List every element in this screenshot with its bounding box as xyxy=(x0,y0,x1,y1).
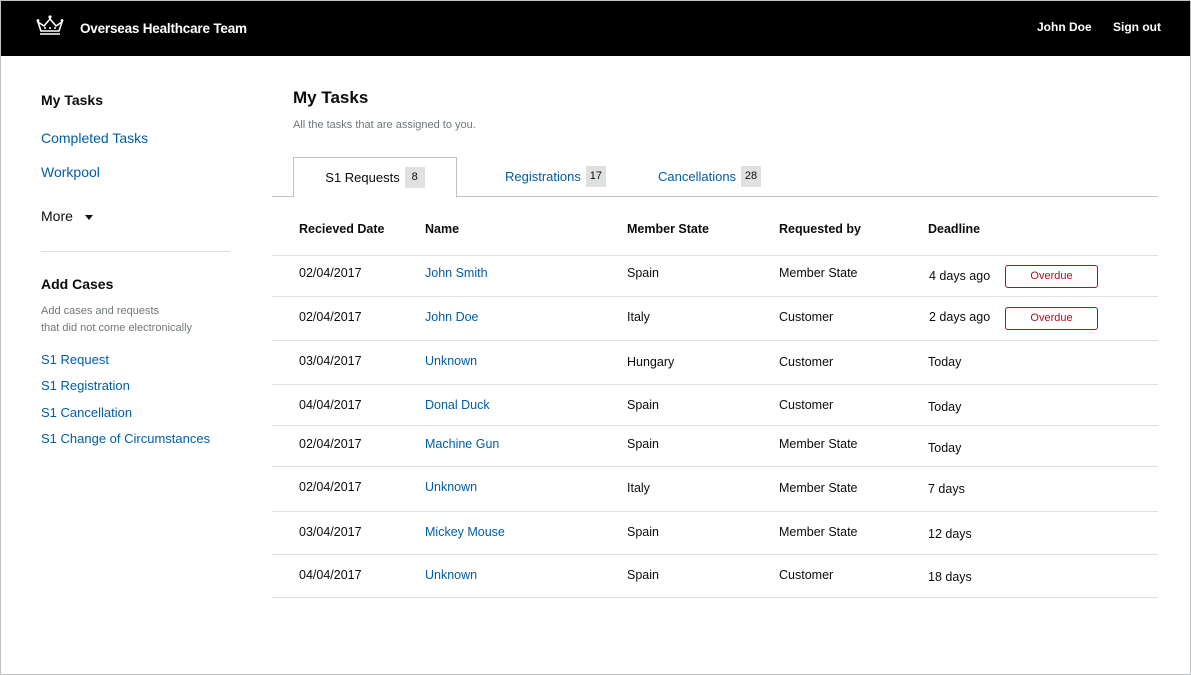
tab-registrations[interactable]: Registrations 17 xyxy=(505,164,606,188)
cell-deadline: 4 days ago xyxy=(929,269,991,283)
cell-requested-by: Member State xyxy=(779,481,858,495)
cell-requested-by: Member State xyxy=(779,525,858,539)
cell-member-state: Italy xyxy=(627,310,650,324)
cell-name-link[interactable]: Unknown xyxy=(425,568,477,582)
sidebar-link-workpool[interactable]: Workpool xyxy=(41,164,100,180)
sidebar-heading-my-tasks: My Tasks xyxy=(41,92,103,108)
cell-name-link[interactable]: Unknown xyxy=(425,354,477,368)
cell-deadline: Today xyxy=(928,400,962,414)
cell-date: 03/04/2017 xyxy=(299,354,362,368)
cell-member-state: Spain xyxy=(627,437,659,451)
row-divider xyxy=(272,425,1158,426)
cell-name-link[interactable]: Machine Gun xyxy=(425,437,499,451)
tab-s1-requests[interactable]: S1 Requests 8 xyxy=(293,157,457,198)
cell-member-state: Spain xyxy=(627,398,659,412)
cell-member-state: Italy xyxy=(627,481,650,495)
tab-count-badge: 17 xyxy=(585,165,606,187)
cell-requested-by: Customer xyxy=(779,568,834,582)
cell-name-link[interactable]: Mickey Mouse xyxy=(425,525,505,539)
cell-date: 02/04/2017 xyxy=(299,437,362,451)
cell-requested-by: Customer xyxy=(779,310,834,324)
cell-deadline: 12 days xyxy=(928,527,972,541)
cell-name-link[interactable]: John Smith xyxy=(425,266,488,280)
cell-deadline: 18 days xyxy=(928,570,972,584)
cell-requested-by: Member State xyxy=(779,266,858,280)
cell-requested-by: Member State xyxy=(779,437,858,451)
cell-requested-by: Customer xyxy=(779,355,834,369)
caret-down-icon xyxy=(84,214,93,220)
page-subtitle: All the tasks that are assigned to you. xyxy=(293,119,476,131)
sidebar-heading-add-cases: Add Cases xyxy=(41,276,114,292)
row-divider xyxy=(272,554,1158,555)
overdue-badge: Overdue xyxy=(1005,307,1098,330)
column-header-deadline: Deadline xyxy=(928,222,981,236)
add-s1-request-link[interactable]: S1 Request xyxy=(41,352,109,367)
more-label: More xyxy=(41,208,73,224)
tab-label: S1 Requests xyxy=(325,170,400,185)
add-s1-change-of-circumstances-link[interactable]: S1 Change of Circumstances xyxy=(41,431,210,446)
cell-date: 04/04/2017 xyxy=(299,398,362,412)
add-cases-description: Add cases and requests that did not come… xyxy=(41,303,241,337)
column-header-name: Name xyxy=(425,222,460,236)
row-divider xyxy=(272,296,1158,297)
row-divider xyxy=(272,597,1158,598)
sign-out-link[interactable]: Sign out xyxy=(1113,20,1161,34)
tab-count-badge: 28 xyxy=(741,165,762,187)
column-header-member-state: Member State xyxy=(627,222,709,236)
cell-date: 02/04/2017 xyxy=(299,310,362,324)
cell-date: 02/04/2017 xyxy=(299,480,362,494)
add-s1-cancellation-link[interactable]: S1 Cancellation xyxy=(41,405,132,420)
more-dropdown[interactable]: More xyxy=(41,208,93,224)
cell-member-state: Spain xyxy=(627,266,659,280)
column-header-requested-by: Requested by xyxy=(779,222,861,236)
add-s1-registration-link[interactable]: S1 Registration xyxy=(41,378,130,393)
cell-member-state: Spain xyxy=(627,568,659,582)
row-divider xyxy=(272,511,1158,512)
cell-name-link[interactable]: John Doe xyxy=(425,310,479,324)
crown-icon xyxy=(36,15,64,35)
add-cases-description-line-2: that did not come electronically xyxy=(41,322,193,334)
cell-deadline: Today xyxy=(928,441,962,455)
page-title: My Tasks xyxy=(293,88,369,107)
app-header: Overseas Healthcare Team John Doe Sign o… xyxy=(1,1,1190,56)
cell-requested-by: Customer xyxy=(779,398,834,412)
row-divider xyxy=(272,466,1158,467)
cell-deadline: 2 days ago xyxy=(929,310,991,324)
row-divider xyxy=(272,384,1158,385)
tab-label: Cancellations xyxy=(658,168,737,184)
column-header-received-date: Recieved Date xyxy=(299,222,385,236)
cell-member-state: Hungary xyxy=(627,355,675,369)
cell-name-link[interactable]: Unknown xyxy=(425,480,477,494)
cell-deadline: Today xyxy=(928,355,962,369)
cell-deadline: 7 days xyxy=(928,482,965,496)
cell-member-state: Spain xyxy=(627,525,659,539)
tab-cancellations[interactable]: Cancellations 28 xyxy=(658,164,762,188)
cell-date: 02/04/2017 xyxy=(299,266,362,280)
overdue-badge: Overdue xyxy=(1005,265,1098,288)
user-name-link[interactable]: John Doe xyxy=(1037,20,1092,34)
cell-name-link[interactable]: Donal Duck xyxy=(425,398,490,412)
app-title-link[interactable]: Overseas Healthcare Team xyxy=(80,21,247,36)
add-cases-description-line-1: Add cases and requests xyxy=(41,305,160,317)
tab-count-badge: 8 xyxy=(404,167,425,188)
sidebar-link-completed-tasks[interactable]: Completed Tasks xyxy=(41,130,148,146)
row-divider xyxy=(272,340,1158,341)
row-divider xyxy=(272,255,1158,256)
tab-label: Registrations xyxy=(505,168,581,184)
cell-date: 03/04/2017 xyxy=(299,525,362,539)
sidebar-divider xyxy=(41,251,230,252)
cell-date: 04/04/2017 xyxy=(299,568,362,582)
